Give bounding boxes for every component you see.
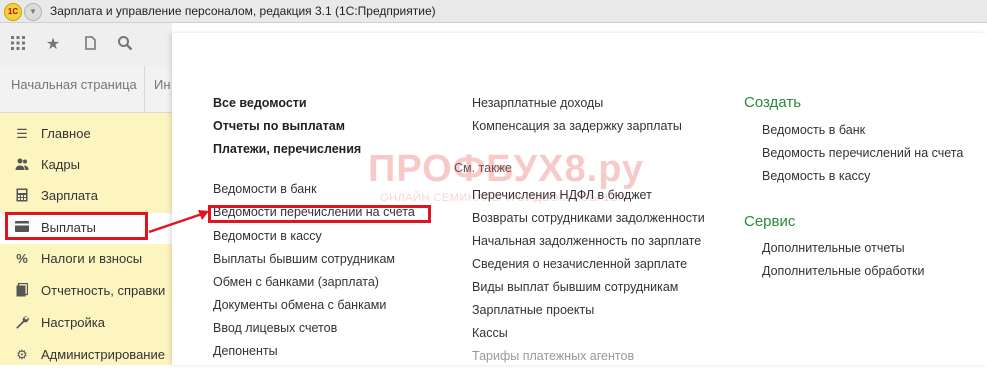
link-cash-statements[interactable]: Ведомости в кассу	[213, 229, 322, 243]
window-menu-button[interactable]: ▼	[24, 3, 42, 21]
link-payments-transfers[interactable]: Платежи, перечисления	[213, 142, 361, 156]
create-cash-statement[interactable]: Ведомость в кассу	[762, 169, 870, 183]
history-icon[interactable]	[80, 35, 100, 55]
window-title: Зарплата и управление персоналом, редакц…	[50, 4, 436, 18]
sidebar-item-label: Отчетность, справки	[41, 283, 166, 298]
create-bank-statement[interactable]: Ведомость в банк	[762, 123, 865, 137]
link-debt-returns[interactable]: Возвраты сотрудниками задолженности	[472, 211, 705, 225]
calculator-icon	[15, 188, 29, 204]
gear-icon: ⚙	[16, 347, 28, 362]
sidebar-item-label: Зарплата	[41, 188, 98, 203]
watermark-title: ПРОФБУХ8.ру	[368, 148, 645, 190]
search-icon[interactable]	[115, 35, 135, 55]
title-bar: 1С ▼ Зарплата и управление персоналом, р…	[0, 0, 987, 23]
link-non-salary-income[interactable]: Незарплатные доходы	[472, 96, 603, 110]
link-additional-processing[interactable]: Дополнительные обработки	[762, 264, 924, 278]
link-depositors[interactable]: Депоненты	[213, 344, 278, 358]
link-cash-desks[interactable]: Кассы	[472, 326, 508, 340]
sidebar-item-reports[interactable]: Отчетность, справки	[0, 276, 172, 307]
link-bank-exchange[interactable]: Обмен с банками (зарплата)	[213, 275, 379, 289]
sidebar-item-salary[interactable]: Зарплата	[0, 181, 172, 212]
wrench-icon	[15, 315, 29, 331]
link-former-payment-types[interactable]: Виды выплат бывшим сотрудникам	[472, 280, 678, 294]
menu-lines-icon: ☰	[16, 126, 28, 141]
service-section-title: Сервис	[744, 213, 796, 230]
link-initial-debt[interactable]: Начальная задолженность по зарплате	[472, 234, 701, 248]
create-transfer-statement[interactable]: Ведомость перечислений на счета	[762, 146, 963, 160]
link-bank-exchange-documents[interactable]: Документы обмена с банками	[213, 298, 386, 312]
sidebar-item-settings[interactable]: Настройка	[0, 308, 172, 339]
link-salary-projects[interactable]: Зарплатные проекты	[472, 303, 594, 317]
toolbar: ★	[0, 23, 172, 66]
link-bank-statements[interactable]: Ведомости в банк	[213, 182, 317, 196]
link-personal-accounts[interactable]: Ввод лицевых счетов	[213, 321, 337, 335]
annotation-arrow-icon	[148, 210, 209, 234]
tab-bar: Начальная страница Ин	[0, 66, 172, 113]
sidebar-item-label: Кадры	[41, 157, 80, 172]
sidebar-item-hr[interactable]: Кадры	[0, 150, 172, 181]
watermark-subtitle: ОНЛАЙН СЕМИНАРЫ И ВИДЕОКУРСЫ 1С:8	[380, 192, 629, 204]
star-icon[interactable]: ★	[43, 35, 63, 55]
create-section-title: Создать	[744, 94, 802, 111]
people-icon	[15, 157, 29, 173]
report-icon	[15, 282, 29, 299]
app-logo: 1С	[4, 3, 22, 21]
link-uncredited-salary[interactable]: Сведения о незачисленной зарплате	[472, 257, 687, 271]
apps-grid-icon[interactable]	[8, 35, 28, 55]
percent-icon: %	[16, 251, 28, 266]
sidebar-item-label: Главное	[41, 126, 91, 141]
tab-home[interactable]: Начальная страница	[0, 66, 145, 112]
tab-second[interactable]: Ин	[145, 66, 172, 112]
link-delay-compensation[interactable]: Компенсация за задержку зарплаты	[472, 119, 682, 133]
highlight-box-sidebar	[5, 212, 148, 240]
link-agent-tariffs[interactable]: Тарифы платежных агентов	[472, 349, 634, 363]
sidebar-item-main[interactable]: ☰ Главное	[0, 119, 172, 150]
sidebar-item-label: Настройка	[41, 315, 105, 330]
sidebar-item-admin[interactable]: ⚙ Администрирование	[0, 340, 172, 371]
sidebar-item-label: Администрирование	[41, 347, 165, 362]
link-payment-reports[interactable]: Отчеты по выплатам	[213, 119, 345, 133]
sidebar-item-label: Налоги и взносы	[41, 251, 143, 266]
link-additional-reports[interactable]: Дополнительные отчеты	[762, 241, 905, 255]
link-former-employee-payments[interactable]: Выплаты бывшим сотрудникам	[213, 252, 395, 266]
sidebar-item-taxes[interactable]: % Налоги и взносы	[0, 244, 172, 275]
link-all-statements[interactable]: Все ведомости	[213, 96, 307, 110]
highlight-box-link	[208, 205, 431, 223]
